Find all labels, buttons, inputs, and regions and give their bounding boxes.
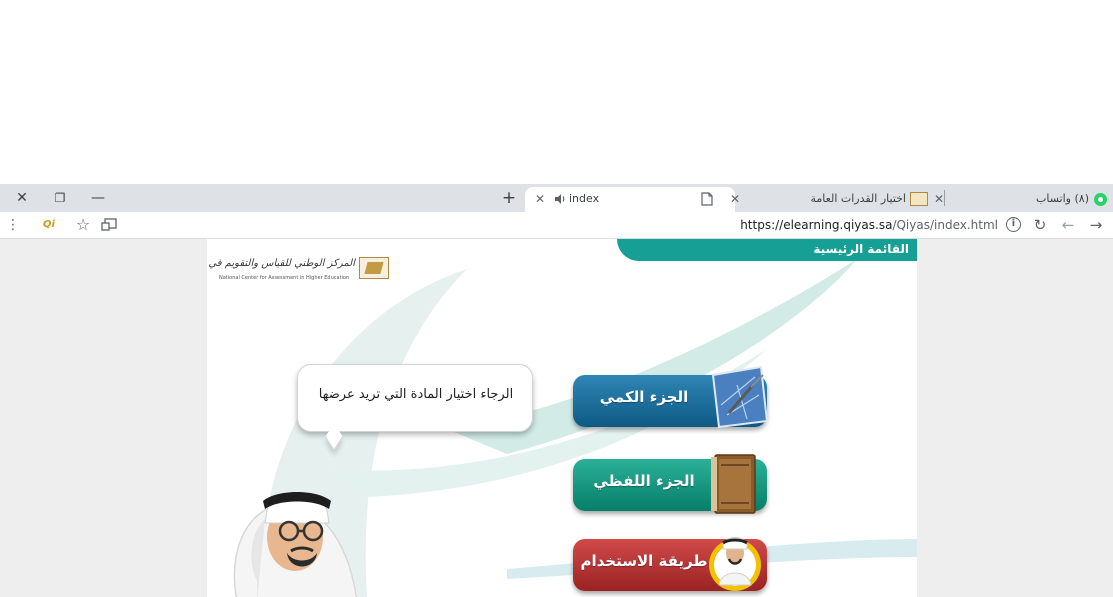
- elearning-stage: القائمة الرئيسية المركز الوطني للقياس وا…: [207, 239, 917, 597]
- tab-strip: ✕ ❐ — ✕ index ✕ اختيار القدرات العامة ✕ …: [0, 184, 1113, 212]
- url-domain: https://elearning.qiyas.sa: [740, 218, 893, 232]
- tab-close-icon[interactable]: ✕: [934, 191, 944, 207]
- blank-area: [0, 0, 1113, 184]
- window-restore-button[interactable]: ❐: [50, 188, 70, 208]
- forward-icon[interactable]: →: [1087, 215, 1105, 235]
- quantitative-label: الجزء الكمي: [599, 388, 689, 406]
- window-minimize-button[interactable]: —: [88, 188, 108, 208]
- speech-bubble-text: الرجاء اختيار المادة التي تريد عرضها: [318, 387, 514, 402]
- usage-guide-button[interactable]: طريقة الاستخدام: [573, 537, 767, 591]
- usage-label: طريقة الاستخدام: [580, 552, 708, 570]
- tab-close-icon[interactable]: ✕: [535, 191, 545, 207]
- tab-separator: [944, 190, 945, 206]
- main-menu-title: القائمة الرئيسية: [813, 242, 909, 256]
- qiyas-favicon-icon: [910, 192, 928, 206]
- menu-dots-icon[interactable]: ⋮: [6, 215, 20, 235]
- verbal-label: الجزء اللفظي: [593, 472, 695, 490]
- logo-arabic-name: المركز الوطني للقياس والتقويم في التعليم…: [207, 258, 355, 269]
- speech-bubble: الرجاء اختيار المادة التي تريد عرضها: [297, 364, 533, 451]
- book-icon: [711, 454, 756, 514]
- page-viewport: القائمة الرئيسية المركز الوطني للقياس وا…: [0, 239, 1113, 597]
- star-icon[interactable]: ☆: [74, 215, 92, 235]
- browser-toolbar: ⋮ Qi ☆ https://elearning.qiyas.sa/Qiyas/…: [0, 212, 1113, 239]
- tab-index[interactable]: ✕ index: [525, 187, 735, 212]
- tab-title: اختيار القدرات العامة: [810, 192, 906, 205]
- tab-qudurat[interactable]: ✕ اختيار القدرات العامة ✕: [722, 187, 944, 212]
- page-favicon-icon: [701, 192, 713, 206]
- address-bar[interactable]: https://elearning.qiyas.sa/Qiyas/index.h…: [740, 216, 998, 234]
- qiyas-logo: المركز الوطني للقياس والتقويم في التعليم…: [207, 253, 389, 287]
- back-icon[interactable]: ←: [1059, 215, 1077, 235]
- screen: ✕ ❐ — ✕ index ✕ اختيار القدرات العامة ✕ …: [0, 0, 1113, 597]
- tab-close-icon[interactable]: ✕: [730, 191, 740, 207]
- tab-whatsapp[interactable]: (٨) واتساب: [950, 187, 1113, 212]
- site-info-icon[interactable]: i: [1006, 217, 1021, 232]
- logo-english-name: National Center for Assessment in Higher…: [219, 275, 350, 281]
- whatsapp-icon: [1094, 193, 1107, 206]
- qiyas-emblem-icon: [359, 257, 389, 279]
- tab-title: (٨) واتساب: [1036, 192, 1089, 205]
- tab-title: index: [569, 192, 600, 205]
- new-tab-button[interactable]: +: [498, 188, 520, 208]
- cast-icon[interactable]: [100, 215, 118, 235]
- quantitative-section-button[interactable]: الجزء الكمي: [573, 365, 769, 429]
- extension-icon[interactable]: Qi: [40, 217, 58, 233]
- verbal-section-button[interactable]: الجزء اللفظي: [573, 454, 767, 514]
- url-path: /Qiyas/index.html: [892, 218, 998, 232]
- window-close-button[interactable]: ✕: [12, 188, 32, 208]
- geometry-book-icon: [711, 365, 769, 429]
- main-menu-header: القائمة الرئيسية: [617, 239, 917, 261]
- guide-character-icon: [709, 537, 761, 591]
- guide-avatar: [233, 492, 358, 597]
- speaker-icon[interactable]: [553, 192, 567, 206]
- reload-icon[interactable]: ↻: [1031, 215, 1049, 235]
